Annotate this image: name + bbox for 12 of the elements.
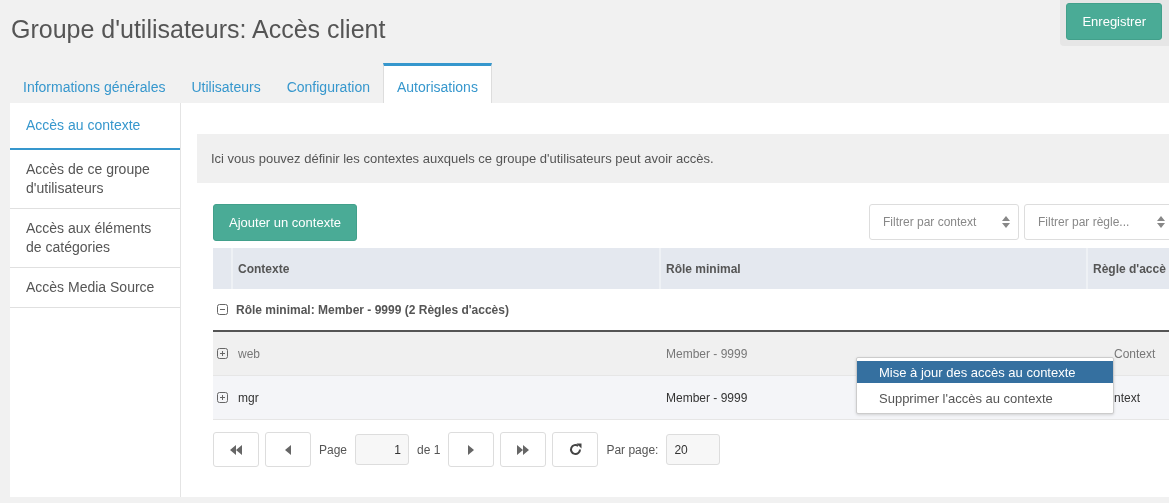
page-title: Groupe d'utilisateurs: Accès client	[11, 15, 386, 44]
table-cell: Context	[1114, 346, 1156, 361]
page-label: Page	[319, 442, 348, 457]
description-text: Ici vous pouvez définir les contextes auxquels ce groupe d'utilisateurs peut avoir accès.	[197, 134, 1169, 183]
per-page-label: Par page:	[606, 442, 659, 457]
table-cell: mgr	[238, 390, 259, 405]
table-cell: ntext	[1114, 390, 1140, 405]
table-cell: Member - 9999	[666, 390, 748, 405]
page-count: de 1	[417, 442, 441, 457]
group-header: Rôle minimal: Member - 9999 (2 Règles d'accès)	[236, 302, 509, 317]
table-cell: web	[238, 346, 260, 361]
table-cell: Member - 9999	[666, 346, 748, 361]
